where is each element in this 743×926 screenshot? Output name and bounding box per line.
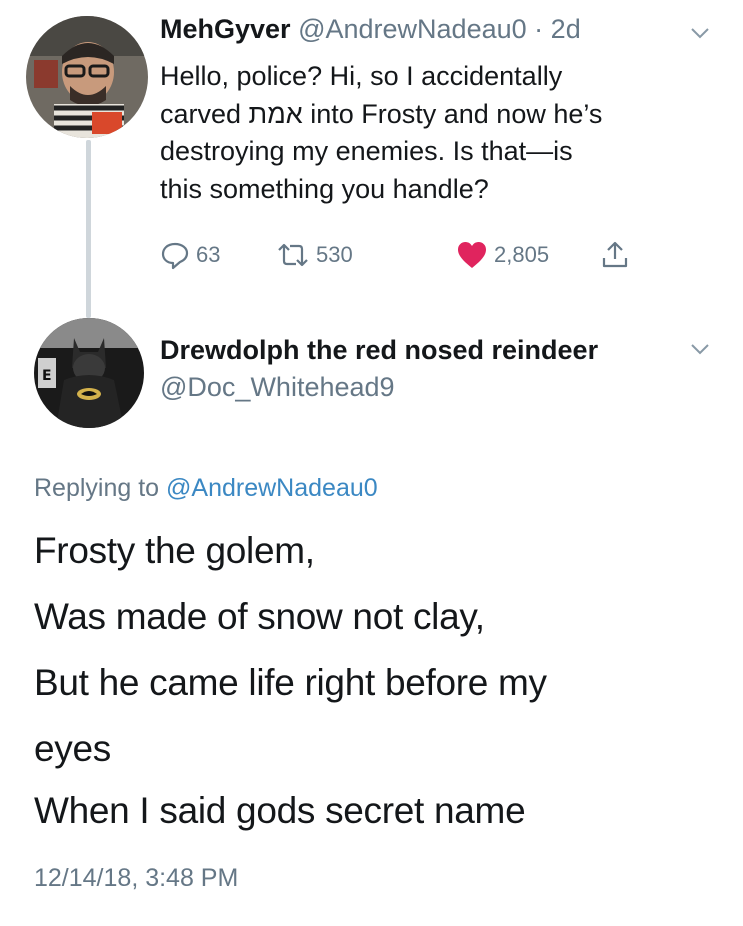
- replying-to-handle[interactable]: @AndrewNadeau0: [166, 474, 378, 502]
- replying-to-label: Replying to: [34, 474, 160, 502]
- like-button[interactable]: 2,805: [456, 240, 549, 270]
- thread-connector-line: [86, 140, 91, 318]
- share-icon: [602, 241, 628, 268]
- avatar-drewdolph[interactable]: E: [34, 318, 144, 428]
- tweet-age[interactable]: 2d: [551, 14, 581, 44]
- reply-line-2: Was made of snow not clay,: [34, 596, 485, 637]
- reply-count: 63: [196, 242, 221, 267]
- separator-dot: ·: [534, 14, 544, 44]
- like-count: 2,805: [494, 242, 550, 267]
- chevron-down-icon[interactable]: [690, 26, 710, 40]
- reply-line-4: eyes: [34, 728, 111, 769]
- author-name[interactable]: MehGyver: [160, 14, 291, 44]
- retweet-icon: [278, 243, 308, 267]
- reply-author-name[interactable]: Drewdolph the red nosed reindeer: [160, 335, 598, 366]
- tweet-header: MehGyver @AndrewNadeau0 · 2d: [160, 14, 581, 45]
- svg-text:E: E: [42, 368, 52, 384]
- chevron-down-icon[interactable]: [690, 342, 710, 356]
- reply-line-1: Frosty the golem,: [34, 530, 315, 571]
- tweet-line-2: carved אמת into Frosty and now he’s: [160, 98, 603, 129]
- avatar-mehgyver-image: [26, 16, 148, 138]
- avatar-drewdolph-image: E: [34, 318, 144, 428]
- tweet-text: Hello, police? Hi, so I accidentally car…: [160, 58, 720, 208]
- retweet-button[interactable]: 530: [276, 240, 353, 270]
- reply-author-handle[interactable]: @Doc_Whitehead9: [160, 372, 395, 403]
- author-handle[interactable]: @AndrewNadeau0: [298, 14, 527, 44]
- heart-icon: [458, 242, 486, 268]
- share-button[interactable]: [600, 240, 630, 270]
- reply-line-5: When I said gods secret name: [34, 790, 526, 831]
- retweet-count: 530: [316, 242, 353, 267]
- tweet-line-3: destroying my enemies. Is that—is: [160, 136, 573, 166]
- reply-timestamp[interactable]: 12/14/18, 3:48 PM: [34, 864, 238, 893]
- tweet-actions: 63 530 2,805: [160, 240, 680, 274]
- reply-button[interactable]: 63: [160, 240, 220, 270]
- tweet-line-1: Hello, police? Hi, so I accidentally: [160, 61, 563, 91]
- tweet-line-4: this something you handle?: [160, 173, 489, 204]
- replying-to: Replying to @AndrewNadeau0: [34, 474, 378, 503]
- avatar-mehgyver[interactable]: [26, 16, 148, 138]
- reply-line-3: But he came life right before my: [34, 662, 547, 703]
- reply-icon: [161, 242, 189, 270]
